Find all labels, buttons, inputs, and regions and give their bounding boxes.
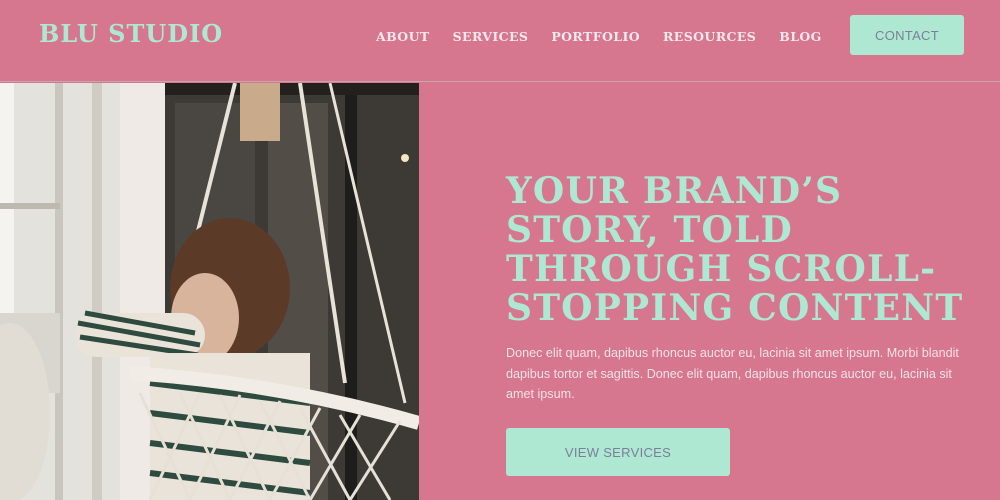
nav-item-about[interactable]: ABOUT [376,29,430,44]
nav-item-blog[interactable]: BLOG [779,29,822,44]
nav-item-portfolio[interactable]: PORTFOLIO [551,29,640,44]
contact-button[interactable]: CONTACT [850,15,964,55]
page: BLU STUDIO ABOUT SERVICES PORTFOLIO RESO… [0,0,1000,500]
hero-headline: YOUR BRAND’S STORY, TOLD THROUGH SCROLL-… [506,170,964,329]
view-services-button[interactable]: VIEW SERVICES [506,428,730,476]
hero-image [0,83,419,500]
site-header: BLU STUDIO ABOUT SERVICES PORTFOLIO RESO… [0,0,1000,82]
nav-item-resources[interactable]: RESOURCES [663,29,756,44]
nav-item-services[interactable]: SERVICES [453,29,529,44]
brand-logo[interactable]: BLU STUDIO [39,19,223,48]
hero-body-text: Donec elit quam, dapibus rhoncus auctor … [506,346,959,401]
main-nav: ABOUT SERVICES PORTFOLIO RESOURCES BLOG [376,27,822,45]
